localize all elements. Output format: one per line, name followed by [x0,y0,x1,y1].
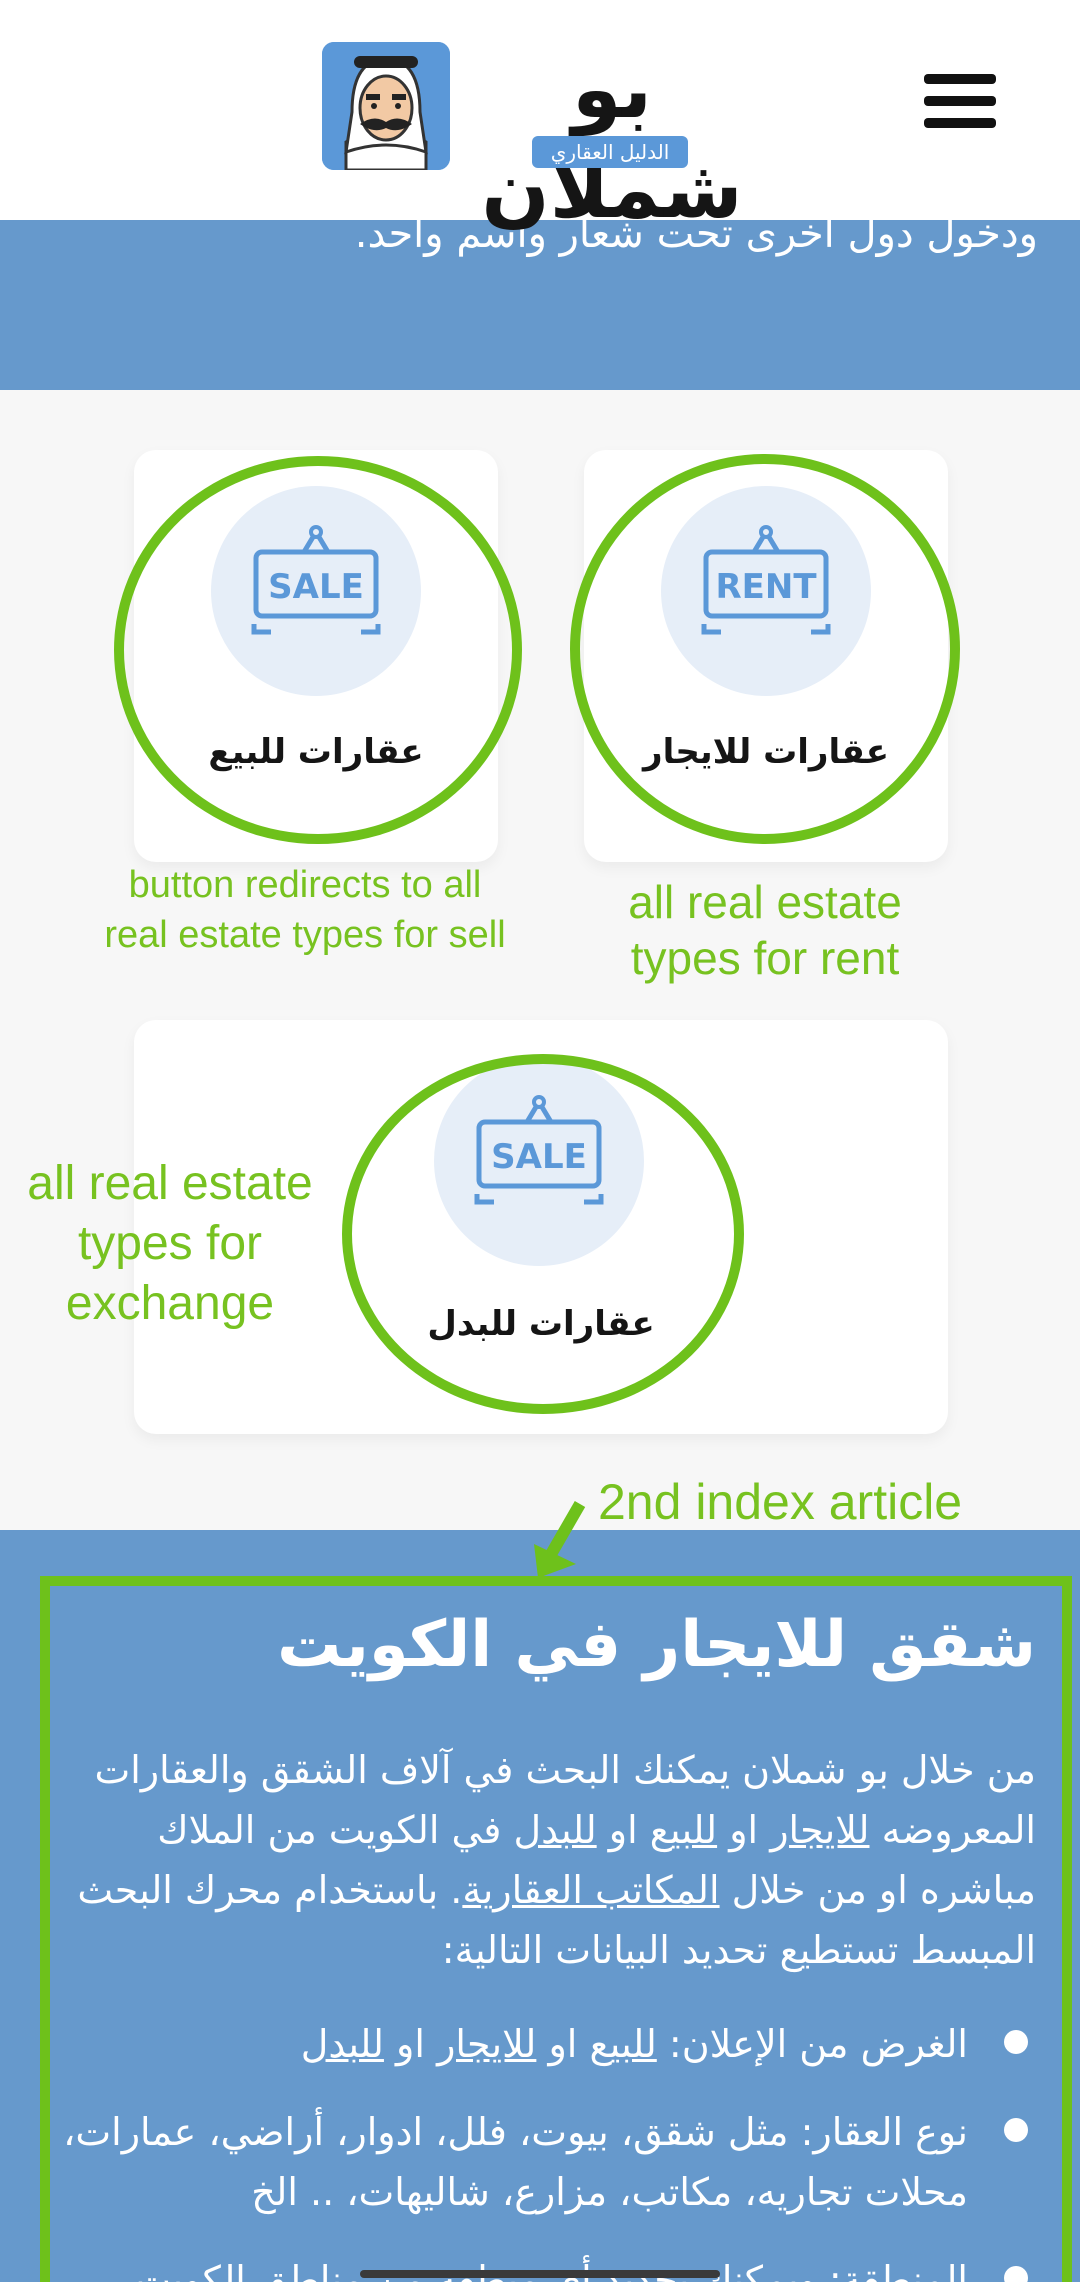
article-paragraph: من خلال بو شملان يمكنك البحث في آلاف الش… [36,1740,1036,1980]
bullet-or-2: او [396,2022,425,2066]
bullet-link-exchange[interactable]: للبدل [301,2022,384,2066]
annotation-arrow-icon [534,1501,586,1578]
link-exchange[interactable]: للبدل [513,1808,596,1852]
hamburger-menu-icon[interactable] [920,72,1000,130]
article-bullet-list: الغرض من الإعلان: للبيع او للايجار او لل… [36,2014,1036,2282]
bullet-or-1: او [548,2022,578,2066]
article-title: شقق للايجار في الكويت [277,1608,1036,1682]
link-sale[interactable]: للبيع [650,1808,717,1852]
bullet-link-rent[interactable]: للايجار [437,2022,536,2066]
list-item: نوع العقار: مثل شقق، بيوت، فلل، ادوار، أ… [36,2102,1036,2222]
annotation-sale: button redirects to all real estate type… [104,864,506,956]
bullet-link-sale[interactable]: للبيع [589,2022,656,2066]
link-rent[interactable]: للايجار [770,1808,869,1852]
site-subtitle: الدليل العقاري [532,136,688,168]
highlight-ring-rent [570,454,960,844]
word-or-1: او [729,1808,759,1852]
annotation-article: 2nd index article [598,1474,963,1530]
site-header: بو شملان الدليل العقاري [0,0,1080,236]
bottom-scroll-indicator[interactable] [360,2270,720,2278]
link-real-estate-offices[interactable]: المكاتب العقارية [462,1868,719,1912]
bullet-purpose-label: الغرض من الإعلان: [668,2022,968,2066]
highlight-ring-exchange [342,1054,744,1414]
list-item: الغرض من الإعلان: للبيع او للايجار او لل… [36,2014,1036,2074]
highlight-ring-sale [114,456,522,844]
site-title[interactable]: بو شملان [462,40,762,236]
annotation-rent: all real estate types for rent [628,876,902,984]
annotation-exchange: all real estate types for exchange [27,1157,313,1330]
logo-avatar-icon[interactable] [322,42,450,170]
word-or-2: او [608,1808,638,1852]
